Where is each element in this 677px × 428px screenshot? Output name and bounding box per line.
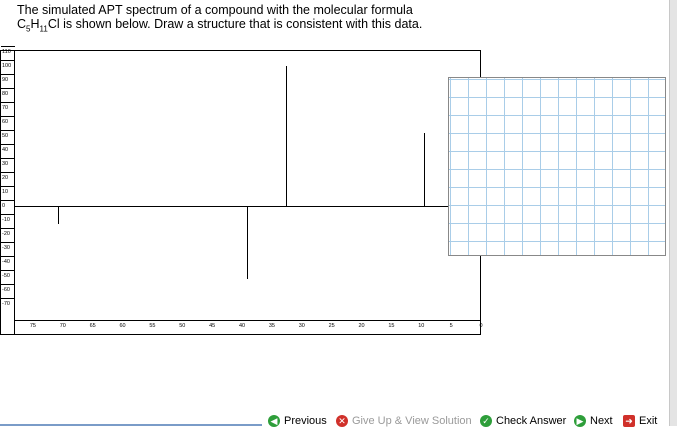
y-axis: 110 100 90 80 70 60 50 40 30 20 10 0 -10 -20 -30 -40 -50…	[1, 46, 15, 334]
x-axis: 75 70 65 60 55 50 45 40 35 30 25 20 15 10 5 0	[15, 320, 483, 336]
question-text: The simulated APT spectrum of a compound…	[17, 3, 467, 34]
green-arrow-left-icon: ◀	[268, 415, 280, 427]
apt-spectrum-chart: 110 100 90 80 70 60 50 40 30 20 10 0 -10 -20 -30 -40 -50…	[0, 46, 483, 336]
x-tick-label: 20	[358, 323, 365, 329]
y-tick-label: 50	[1, 130, 15, 142]
y-tick-label: -20	[1, 228, 15, 240]
y-tick-label: 110	[1, 46, 15, 58]
y-tick-label: 70	[1, 102, 15, 114]
spectrum-peak	[423, 133, 425, 206]
y-tick-label: -30	[1, 242, 15, 254]
y-tick-label: 0	[1, 200, 15, 212]
x-tick-label: 45	[209, 323, 216, 329]
spectrum-peak	[246, 206, 248, 279]
y-tick-label: 60	[1, 116, 15, 128]
y-tick-label: 20	[1, 172, 15, 184]
x-tick-label: 75	[29, 323, 36, 329]
y-tick-label: 90	[1, 74, 15, 86]
formula-hydrogen: H	[30, 17, 40, 31]
spectrum-peak	[58, 206, 59, 225]
give-up-label: Give Up & View Solution	[352, 415, 472, 427]
x-tick-label: 0	[479, 323, 483, 329]
y-tick-label: -60	[1, 284, 15, 296]
structure-drawing-canvas[interactable]	[448, 77, 666, 256]
exit-label: Exit	[639, 415, 658, 427]
y-tick-label: 40	[1, 144, 15, 156]
x-tick-label: 60	[119, 323, 126, 329]
x-tick-label: 25	[328, 323, 335, 329]
spectrum-peak	[286, 66, 288, 206]
x-tick-label: 5	[449, 323, 453, 329]
question-line-1: The simulated APT spectrum of a compound…	[17, 3, 413, 17]
x-tick-label: 40	[238, 323, 246, 329]
previous-label: Previous	[284, 415, 327, 427]
y-tick-label: 80	[1, 88, 15, 100]
y-tick-label: 100	[1, 60, 15, 72]
x-tick-label: 70	[59, 323, 66, 329]
question-line-2: C5H11Cl is shown below. Draw a structure…	[17, 17, 467, 34]
green-check-icon: ✓	[480, 415, 492, 427]
y-tick-label: -10	[1, 214, 15, 226]
red-exit-icon: ➜	[623, 415, 635, 427]
red-x-icon: ✕	[336, 415, 348, 427]
vertical-scrollbar[interactable]	[669, 0, 677, 426]
y-tick-label: 10	[1, 186, 15, 198]
x-tick-label: 30	[298, 323, 305, 329]
formula-carbon: C	[17, 17, 27, 31]
y-tick-label: -70	[1, 298, 15, 310]
x-tick-label: 10	[418, 323, 425, 329]
y-tick-label: 30	[1, 158, 15, 170]
x-tick-label: 65	[89, 323, 96, 329]
formula-hydrogen-count: 11	[39, 24, 48, 34]
y-tick-label: -50	[1, 270, 15, 282]
next-label: Next	[590, 415, 613, 427]
check-answer-label: Check Answer	[496, 415, 567, 427]
x-tick-label: 55	[149, 323, 156, 329]
x-tick-label: 35	[268, 323, 275, 329]
y-tick-label: -40	[1, 256, 15, 268]
green-arrow-right-icon: ▶	[574, 415, 586, 427]
x-tick-label: 50	[179, 323, 186, 329]
spectrum-baseline	[15, 206, 481, 207]
formula-rest: Cl is shown below. Draw a structure that…	[47, 17, 423, 31]
x-tick-label: 15	[388, 323, 395, 329]
